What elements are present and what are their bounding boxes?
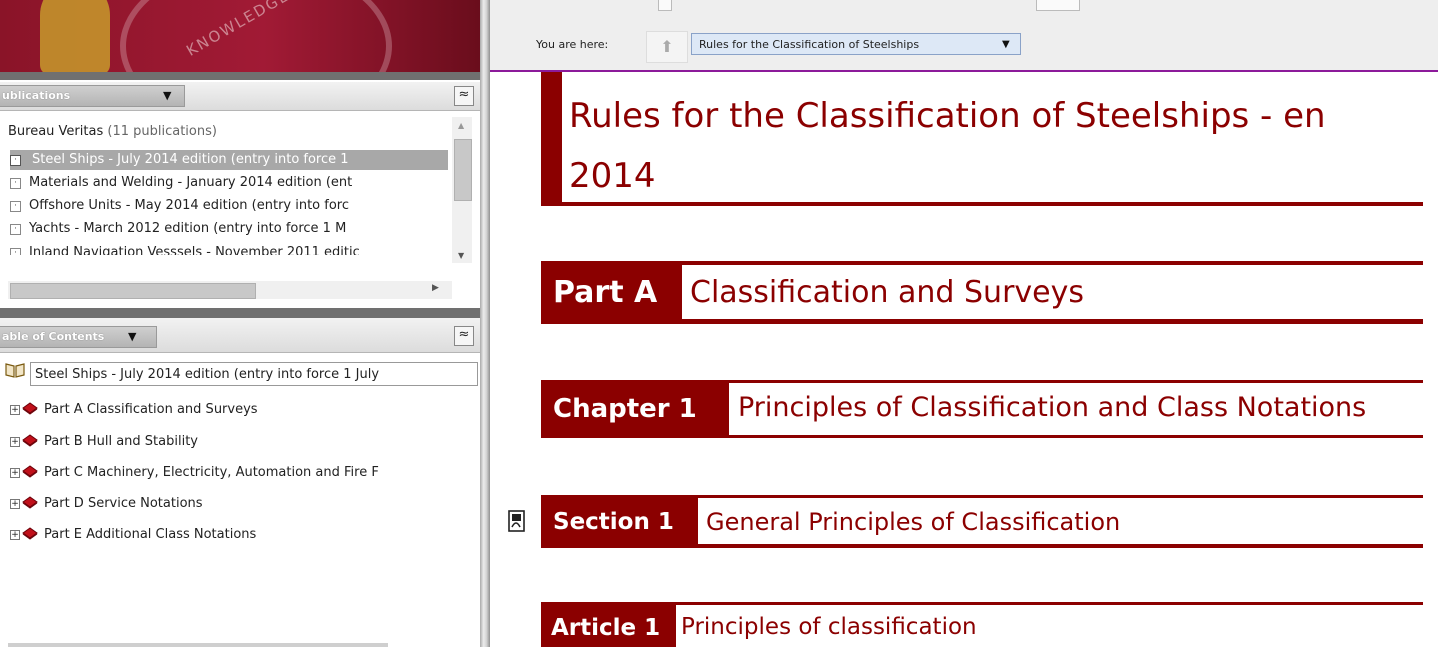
banner-logo: KNOWLEDGE (0, 0, 480, 72)
list-item[interactable]: · Materials and Welding - January 2014 ed… (10, 173, 448, 193)
toc-root-item[interactable]: Steel Ships - July 2014 edition (entry i… (30, 362, 478, 386)
section-title: General Principles of Classification (706, 508, 1121, 536)
left-sidebar: KNOWLEDGE ublications ▼ ≈ Bureau Veritas… (0, 0, 482, 647)
document-title-block: Rules for the Classification of Steelshi… (541, 72, 1423, 206)
toc-panel-title: able of Contents (2, 330, 105, 343)
publications-panel-header: ublications ▼ ≈ (0, 82, 480, 111)
toc-panel-header: able of Contents ▼ ≈ (0, 318, 480, 353)
expand-icon[interactable]: · (10, 178, 21, 189)
toc-item[interactable]: + Part B Hull and Stability (10, 431, 198, 453)
breadcrumb-select[interactable]: Rules for the Classification of Steelshi… (691, 33, 1021, 55)
chapter-title: Principles of Classification and Class N… (738, 392, 1367, 423)
expand-icon[interactable]: + (10, 468, 20, 478)
section-label: Section 1 (553, 509, 674, 535)
dropdown-arrow-icon: ▼ (163, 89, 172, 102)
book-icon (22, 434, 38, 447)
expand-icon[interactable]: · (10, 155, 21, 166)
emblem-icon (40, 0, 110, 72)
toc-item[interactable]: + Part D Service Notations (10, 493, 203, 515)
article-label: Article 1 (551, 615, 661, 641)
toc-item[interactable]: + Part A Classification and Surveys (10, 399, 258, 421)
breadcrumb: You are here: ⬆ Rules for the Classifica… (490, 0, 1438, 72)
expand-icon[interactable]: + (10, 405, 20, 415)
part-label: Part A (553, 275, 658, 310)
page-title: Rules for the Classification of Steelshi… (569, 96, 1326, 136)
chapter-heading[interactable]: Chapter 1 Principles of Classification a… (541, 380, 1423, 438)
part-heading[interactable]: Part A Classification and Surveys (541, 261, 1423, 324)
chevron-down-icon: ▼ (1002, 39, 1010, 50)
dropdown-arrow-icon: ▼ (128, 330, 137, 343)
toc-dropdown[interactable]: able of Contents ▼ (0, 326, 157, 348)
list-item[interactable]: · Offshore Units - May 2014 edition (entr… (10, 196, 448, 216)
up-arrow-icon: ⬆ (660, 37, 674, 56)
toc-item[interactable]: + Part E Additional Class Notations (10, 524, 256, 546)
expand-icon[interactable]: · (10, 248, 21, 255)
scroll-thumb[interactable] (454, 139, 472, 201)
book-icon (22, 527, 38, 540)
open-book-icon (5, 363, 25, 378)
horizontal-scrollbar[interactable] (8, 643, 388, 647)
expand-icon[interactable]: · (10, 201, 21, 212)
scroll-right-icon[interactable]: ▶ (432, 283, 439, 293)
scroll-up-icon[interactable]: ▲ (458, 121, 464, 130)
breadcrumb-label: You are here: (536, 38, 609, 51)
pdf-icon[interactable] (506, 509, 530, 535)
book-icon (22, 465, 38, 478)
list-item[interactable]: · Yachts - March 2012 edition (entry into… (10, 219, 448, 239)
expand-icon[interactable]: + (10, 437, 20, 447)
article-title: Principles of classification (681, 614, 977, 640)
list-item[interactable]: · Inland Navigation Vesssels - November 2… (10, 243, 448, 255)
section-heading[interactable]: Section 1 General Principles of Classifi… (541, 495, 1423, 548)
page-title-year: 2014 (569, 156, 656, 196)
book-icon (22, 496, 38, 509)
vertical-scrollbar[interactable]: ▲ ▼ (452, 117, 472, 263)
pane-splitter[interactable] (480, 0, 490, 647)
book-icon (22, 402, 38, 415)
publications-dropdown[interactable]: ublications ▼ (0, 85, 185, 107)
up-arrow-button[interactable]: ⬆ (646, 31, 688, 63)
toc-tree: Steel Ships - July 2014 edition (entry i… (0, 353, 480, 647)
expand-icon[interactable]: + (10, 499, 20, 509)
chapter-label: Chapter 1 (553, 394, 697, 424)
article-heading[interactable]: Article 1 Principles of classification (541, 602, 1423, 647)
scroll-thumb[interactable] (10, 283, 256, 299)
scroll-down-icon[interactable]: ▼ (458, 251, 464, 260)
part-title: Classification and Surveys (690, 275, 1084, 310)
collapse-toc-button[interactable]: ≈ (454, 326, 474, 346)
publication-count: (11 publications) (107, 124, 217, 139)
collapse-publications-button[interactable]: ≈ (454, 86, 474, 106)
toc-item[interactable]: + Part C Machinery, Electricity, Automati… (10, 462, 379, 484)
publications-panel-title: ublications (2, 89, 71, 102)
horizontal-scrollbar[interactable]: ▶ (8, 281, 452, 299)
publications-list: Bureau Veritas (11 publications) · Steel … (0, 111, 480, 307)
expand-icon[interactable]: · (10, 224, 21, 235)
expand-icon[interactable]: + (10, 530, 20, 540)
publisher-name[interactable]: Bureau Veritas (8, 124, 103, 139)
list-item[interactable]: · Steel Ships - July 2014 edition (entry … (10, 150, 448, 170)
